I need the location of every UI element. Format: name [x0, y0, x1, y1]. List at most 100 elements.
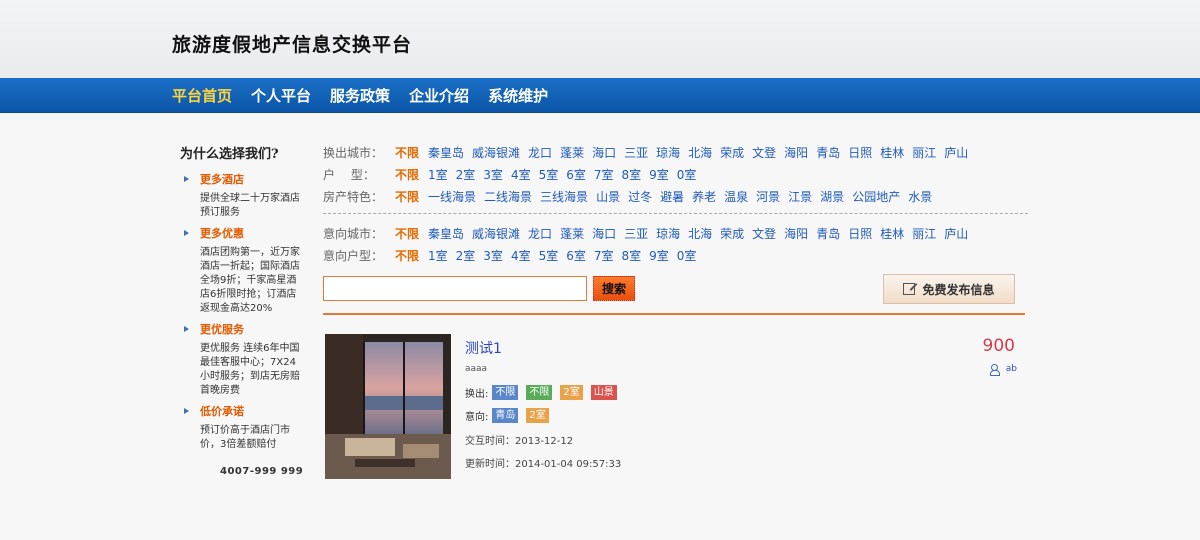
filter-option[interactable]: 6室	[566, 247, 586, 264]
filter-option[interactable]: 8室	[622, 166, 642, 183]
filter-option[interactable]: 1室	[428, 247, 448, 264]
filter-option[interactable]: 7室	[594, 166, 614, 183]
filter-option[interactable]: 龙口	[528, 144, 552, 161]
filter-option[interactable]: 温泉	[724, 188, 748, 205]
filter-option[interactable]: 过冬	[628, 188, 652, 205]
filter-option[interactable]: 河景	[756, 188, 780, 205]
filter-option[interactable]: 丽江	[912, 225, 936, 242]
publish-info-button[interactable]: 免费发布信息	[883, 274, 1015, 304]
nav-home[interactable]: 平台首页	[172, 85, 232, 106]
sidebar-section-head[interactable]: 低价承诺	[200, 403, 244, 419]
filter-option[interactable]: 8室	[622, 247, 642, 264]
filter-option[interactable]: 水景	[908, 188, 932, 205]
filter-option[interactable]: 7室	[594, 247, 614, 264]
filter-option[interactable]: 荣成	[720, 144, 744, 161]
filter-option[interactable]: 5室	[539, 247, 559, 264]
filter-option[interactable]: 3室	[483, 166, 503, 183]
filter-option[interactable]: 3室	[483, 247, 503, 264]
filter-option[interactable]: 4室	[511, 166, 531, 183]
filter-option[interactable]: 日照	[848, 225, 872, 242]
filter-option[interactable]: 北海	[688, 225, 712, 242]
filter-option[interactable]: 海口	[592, 225, 616, 242]
filter-option[interactable]: 9室	[649, 166, 669, 183]
filter-feature: 房产特色： 不限 一线海景 二线海景 三线海景 山景 过冬 避暑 养老 温泉 河景 江景 湖景 公园地…	[323, 185, 1028, 207]
filter-option[interactable]: 海阳	[784, 144, 808, 161]
publish-info-label: 免费发布信息	[922, 282, 995, 297]
filter-option[interactable]: 秦皇岛	[428, 144, 464, 161]
filter-intent-unit: 意向户型： 不限 1室 2室 3室 4室 5室 6室 7室 8室 9室 0室	[323, 244, 1028, 266]
search-input[interactable]	[323, 276, 587, 301]
filter-option[interactable]: 青岛	[816, 144, 840, 161]
filter-option[interactable]: 5室	[539, 166, 559, 183]
filter-option[interactable]: 文登	[752, 144, 776, 161]
filter-option[interactable]: 荣成	[720, 225, 744, 242]
filter-options: 1室 2室 3室 4室 5室 6室 7室 8室 9室 0室	[428, 166, 704, 183]
filter-option[interactable]: 三线海景	[540, 188, 588, 205]
filter-option[interactable]: 0室	[677, 247, 697, 264]
listing-user[interactable]: ab	[989, 364, 1017, 376]
sidebar-section-service: 更优服务 更优服务 连续6年中国最佳客服中心；7X24小时服务；到店无房赔首晚房…	[180, 322, 305, 398]
filter-option[interactable]: 威海银滩	[472, 225, 520, 242]
filter-option[interactable]: 2室	[456, 247, 476, 264]
filter-option[interactable]: 庐山	[944, 144, 968, 161]
nav-maintenance[interactable]: 系统维护	[488, 85, 548, 106]
filter-option[interactable]: 公园地产	[852, 188, 900, 205]
update-time: 更新时间：2014-01-04 09:57:33	[465, 459, 622, 470]
property-thumbnail[interactable]	[325, 334, 451, 479]
filter-option[interactable]: 庐山	[944, 225, 968, 242]
interaction-time: 交互时间：2013-12-12	[465, 436, 574, 447]
search-bar: 搜索 免费发布信息	[323, 274, 1028, 306]
filter-option[interactable]: 蓬莱	[560, 144, 584, 161]
filter-option-selected[interactable]: 不限	[395, 144, 419, 161]
filter-option[interactable]: 琼海	[656, 144, 680, 161]
filter-option[interactable]: 文登	[752, 225, 776, 242]
filter-option[interactable]: 青岛	[816, 225, 840, 242]
filter-option[interactable]: 海口	[592, 144, 616, 161]
filter-out-city: 换出城市： 不限 秦皇岛 威海银滩 龙口 蓬莱 海口 三亚 琼海 北海 荣成 文登 海阳 青岛 日照 桂林…	[323, 141, 1028, 163]
nav-service-policy[interactable]: 服务政策	[330, 85, 390, 106]
filter-option-selected[interactable]: 不限	[395, 188, 419, 205]
filter-label: 户 型：	[323, 167, 375, 182]
filter-option[interactable]: 北海	[688, 144, 712, 161]
filter-option[interactable]: 龙口	[528, 225, 552, 242]
filter-option[interactable]: 三亚	[624, 225, 648, 242]
filter-option[interactable]: 山景	[596, 188, 620, 205]
filter-option[interactable]: 蓬莱	[560, 225, 584, 242]
filter-option[interactable]: 9室	[649, 247, 669, 264]
filter-option[interactable]: 日照	[848, 144, 872, 161]
filter-option[interactable]: 三亚	[624, 144, 648, 161]
filter-option[interactable]: 6室	[566, 166, 586, 183]
sidebar-section-head[interactable]: 更多优惠	[200, 225, 244, 241]
filter-option[interactable]: 桂林	[880, 144, 904, 161]
nav-personal[interactable]: 个人平台	[251, 85, 311, 106]
filter-option[interactable]: 养老	[692, 188, 716, 205]
filter-option[interactable]: 江景	[788, 188, 812, 205]
tag: 2室	[526, 408, 549, 423]
filter-option[interactable]: 二线海景	[484, 188, 532, 205]
filter-option[interactable]: 2室	[456, 166, 476, 183]
listing-title[interactable]: 测试1	[465, 338, 502, 358]
filter-option-selected[interactable]: 不限	[395, 166, 419, 183]
nav-company[interactable]: 企业介绍	[409, 85, 469, 106]
filter-option-selected[interactable]: 不限	[395, 247, 419, 264]
filter-option[interactable]: 丽江	[912, 144, 936, 161]
filter-option[interactable]: 桂林	[880, 225, 904, 242]
search-button[interactable]: 搜索	[593, 276, 635, 301]
listing-price: 900	[982, 336, 1015, 356]
sidebar-section-deals: 更多优惠 酒店团购第一，近万家酒店一折起；国际酒店全场9折；千家高星酒店6折限时…	[180, 226, 305, 316]
sidebar-section-head[interactable]: 更优服务	[200, 321, 244, 337]
filter-option[interactable]: 湖景	[820, 188, 844, 205]
filter-option[interactable]: 一线海景	[428, 188, 476, 205]
filter-option[interactable]: 避暑	[660, 188, 684, 205]
filter-option[interactable]: 4室	[511, 247, 531, 264]
filter-option[interactable]: 琼海	[656, 225, 680, 242]
filter-option[interactable]: 秦皇岛	[428, 225, 464, 242]
filter-panel: 换出城市： 不限 秦皇岛 威海银滩 龙口 蓬莱 海口 三亚 琼海 北海 荣成 文登 海阳 青岛 日照 桂林…	[323, 141, 1028, 266]
filter-option-selected[interactable]: 不限	[395, 225, 419, 242]
filter-option[interactable]: 0室	[677, 166, 697, 183]
filter-option[interactable]: 1室	[428, 166, 448, 183]
filter-option[interactable]: 威海银滩	[472, 144, 520, 161]
filter-option[interactable]: 海阳	[784, 225, 808, 242]
bullet-icon	[184, 408, 189, 414]
sidebar-section-head[interactable]: 更多酒店	[200, 171, 244, 187]
